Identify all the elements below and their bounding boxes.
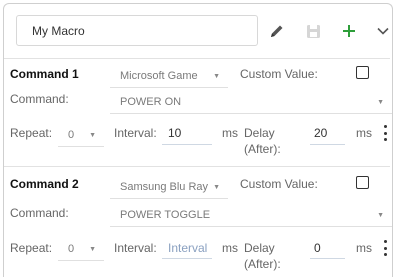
command-1-command-label: Command: — [10, 92, 69, 106]
command-2-delay-input[interactable]: 0 — [314, 241, 321, 255]
chevron-down-icon[interactable] — [375, 23, 391, 39]
command-2-custom-value-label: Custom Value: — [240, 177, 318, 191]
command-2-device-select[interactable]: Samsung Blu Ray ▼ — [110, 174, 228, 199]
command-2-delay-label: Delay — [244, 241, 275, 255]
command-2-interval-unit: ms — [222, 241, 238, 255]
command-1-delay-input[interactable]: 20 — [314, 126, 327, 140]
command-divider — [4, 166, 390, 167]
command-1-repeat-label: Repeat: — [10, 126, 53, 140]
command-2-command-label: Command: — [10, 206, 69, 220]
command-2-interval-label: Interval: — [114, 241, 157, 255]
command-2-interval-input[interactable]: Interval — [168, 241, 207, 255]
command-1-repeat-select[interactable]: 0 ▼ — [58, 120, 104, 147]
save-icon[interactable] — [304, 22, 322, 40]
command-1-interval-unit: ms — [222, 126, 238, 140]
command-2-repeat-label: Repeat: — [10, 241, 53, 255]
command-2-title: Command 2 — [10, 177, 79, 191]
command-1-more-icon[interactable] — [380, 125, 390, 141]
command-1-device-value: Microsoft Game — [120, 70, 198, 82]
command-1-delay-underline — [310, 144, 345, 145]
caret-down-icon: ▼ — [377, 99, 384, 106]
macro-name-text: My Macro — [32, 24, 85, 38]
plus-icon[interactable] — [340, 22, 358, 40]
command-2-interval-underline — [162, 258, 212, 259]
command-1-delay-after-label: (After): — [244, 142, 281, 156]
command-1-repeat-value: 0 — [68, 129, 75, 141]
command-1-title: Command 1 — [10, 67, 79, 81]
caret-down-icon: ▼ — [213, 73, 220, 80]
command-1-interval-input[interactable]: 10 — [168, 126, 181, 140]
command-2-device-value: Samsung Blu Ray — [120, 181, 209, 193]
pencil-icon[interactable] — [268, 22, 286, 40]
command-2-command-value: POWER TOGGLE — [120, 209, 211, 221]
command-1-custom-value-checkbox[interactable] — [356, 66, 369, 79]
caret-down-icon: ▼ — [89, 246, 96, 253]
command-2-repeat-select[interactable]: 0 ▼ — [58, 234, 104, 261]
command-1-interval-underline — [162, 144, 212, 145]
macro-name-input[interactable]: My Macro — [16, 15, 258, 46]
command-2-more-icon[interactable] — [380, 240, 390, 256]
caret-down-icon: ▼ — [213, 184, 220, 191]
command-2-delay-after-label: (After): — [244, 257, 281, 271]
command-1-delay-unit: ms — [356, 126, 372, 140]
command-2-custom-value-checkbox[interactable] — [356, 176, 369, 189]
command-1-delay-label: Delay — [244, 126, 275, 140]
command-1-command-value: POWER ON — [120, 96, 182, 108]
command-2-command-select[interactable]: POWER TOGGLE ▼ — [110, 202, 392, 227]
caret-down-icon: ▼ — [89, 132, 96, 139]
command-1-command-select[interactable]: POWER ON ▼ — [110, 89, 392, 114]
command-2-delay-underline — [310, 258, 345, 259]
header-divider — [4, 58, 390, 59]
command-1-interval-label: Interval: — [114, 126, 157, 140]
caret-down-icon: ▼ — [377, 212, 384, 219]
command-1-custom-value-label: Custom Value: — [240, 67, 318, 81]
command-2-repeat-value: 0 — [68, 243, 75, 255]
command-2-delay-unit: ms — [356, 241, 372, 255]
command-1-device-select[interactable]: Microsoft Game ▼ — [110, 63, 228, 88]
